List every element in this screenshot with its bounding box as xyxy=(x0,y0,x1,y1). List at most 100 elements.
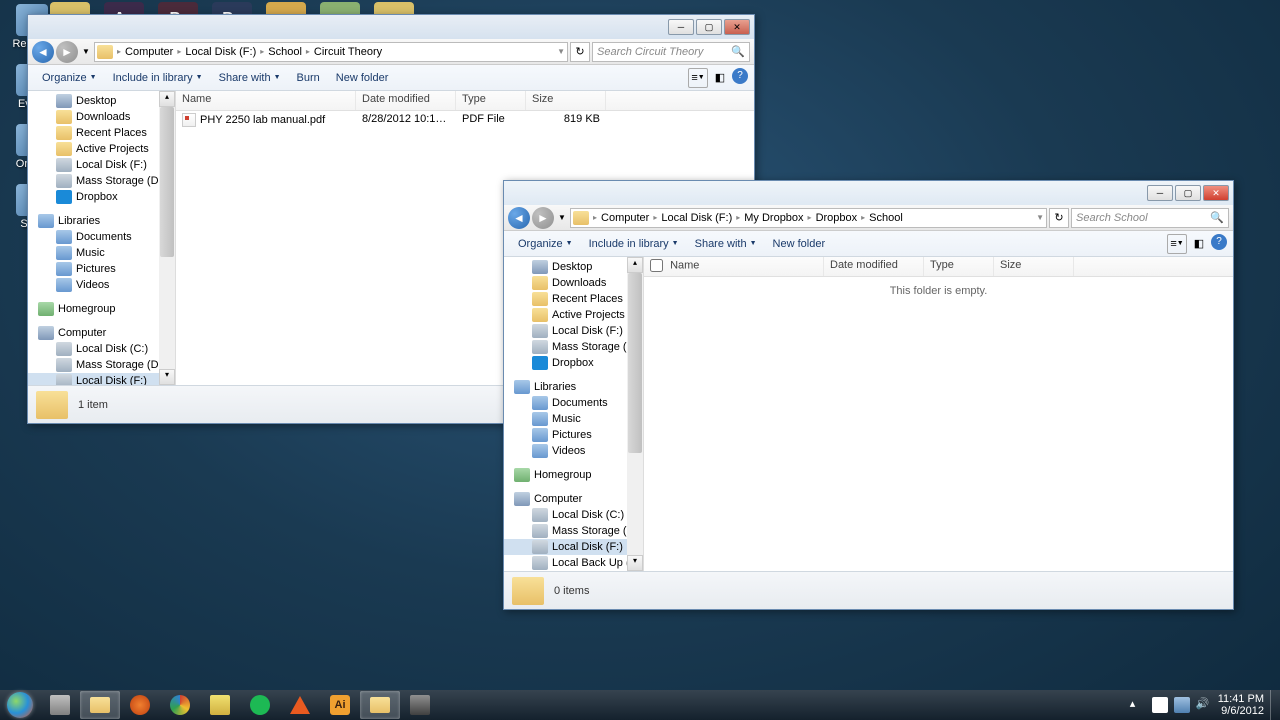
view-button[interactable]: ≡▼ xyxy=(1167,234,1187,254)
search-input[interactable]: Search Circuit Theory🔍 xyxy=(592,42,750,62)
column-name[interactable]: Name xyxy=(644,257,824,276)
address-bar[interactable]: ▸ Computer▸ Local Disk (F:)▸ School▸ Cir… xyxy=(94,42,568,62)
sidebar-dropbox[interactable]: Dropbox xyxy=(504,355,643,371)
scroll-down[interactable]: ▾ xyxy=(627,555,643,571)
column-date[interactable]: Date modified xyxy=(356,91,456,110)
tray-network-icon[interactable] xyxy=(1174,697,1190,713)
include-library-button[interactable]: Include in library▼ xyxy=(105,70,211,86)
column-size[interactable]: Size xyxy=(526,91,606,110)
show-desktop-button[interactable] xyxy=(1270,690,1280,720)
maximize-button[interactable]: ▢ xyxy=(696,19,722,35)
taskbar-app-1[interactable] xyxy=(40,691,80,719)
sidebar-drive-f-fav[interactable]: Local Disk (F:) xyxy=(504,323,643,339)
help-button[interactable]: ? xyxy=(732,68,748,84)
scroll-up[interactable]: ▴ xyxy=(627,257,643,273)
sidebar-recent[interactable]: Recent Places xyxy=(504,291,643,307)
scroll-down[interactable]: ▾ xyxy=(159,369,175,385)
sidebar-computer[interactable]: Computer xyxy=(504,491,643,507)
burn-button[interactable]: Burn xyxy=(289,70,328,86)
sidebar-drive-c[interactable]: Local Disk (C:) xyxy=(28,341,175,357)
tray-show-hidden[interactable]: ▴ xyxy=(1130,697,1146,713)
back-button[interactable]: ◄ xyxy=(508,207,530,229)
sidebar-dropbox[interactable]: Dropbox xyxy=(28,189,175,205)
taskbar-chrome[interactable] xyxy=(160,691,200,719)
history-dropdown[interactable]: ▼ xyxy=(556,208,568,228)
titlebar[interactable]: ─ ▢ ✕ xyxy=(504,181,1233,205)
sidebar-drive-i[interactable]: Local Back Up (I:) xyxy=(504,555,643,571)
sidebar-drive-d[interactable]: Mass Storage (D:) xyxy=(504,523,643,539)
crumb-current[interactable]: Circuit Theory xyxy=(310,46,386,58)
column-size[interactable]: Size xyxy=(994,257,1074,276)
scroll-thumb[interactable] xyxy=(628,273,642,453)
sidebar-drive-d[interactable]: Mass Storage (D:) xyxy=(28,357,175,373)
maximize-button[interactable]: ▢ xyxy=(1175,185,1201,201)
column-date[interactable]: Date modified xyxy=(824,257,924,276)
address-bar[interactable]: ▸ Computer▸ Local Disk (F:)▸ My Dropbox▸… xyxy=(570,208,1047,228)
sidebar-downloads[interactable]: Downloads xyxy=(504,275,643,291)
new-folder-button[interactable]: New folder xyxy=(765,236,834,252)
sidebar-pictures[interactable]: Pictures xyxy=(28,261,175,277)
system-clock[interactable]: 11:41 PM 9/6/2012 xyxy=(1218,693,1264,717)
sidebar-mass-storage-fav[interactable]: Mass Storage (D:) xyxy=(504,339,643,355)
sidebar-recent[interactable]: Recent Places xyxy=(28,125,175,141)
column-name[interactable]: Name xyxy=(176,91,356,110)
minimize-button[interactable]: ─ xyxy=(1147,185,1173,201)
search-input[interactable]: Search School🔍 xyxy=(1071,208,1229,228)
back-button[interactable]: ◄ xyxy=(32,41,54,63)
sidebar-music[interactable]: Music xyxy=(28,245,175,261)
file-row[interactable]: PHY 2250 lab manual.pdf 8/28/2012 10:10 … xyxy=(176,111,754,129)
preview-pane-button[interactable]: ◧ xyxy=(1189,234,1209,254)
start-button[interactable] xyxy=(0,690,40,720)
sidebar-computer[interactable]: Computer xyxy=(28,325,175,341)
minimize-button[interactable]: ─ xyxy=(668,19,694,35)
new-folder-button[interactable]: New folder xyxy=(328,70,397,86)
close-button[interactable]: ✕ xyxy=(724,19,750,35)
sidebar-downloads[interactable]: Downloads xyxy=(28,109,175,125)
sidebar-desktop[interactable]: Desktop xyxy=(504,259,643,275)
sidebar-active[interactable]: Active Projects xyxy=(504,307,643,323)
taskbar-spotify[interactable] xyxy=(240,691,280,719)
sidebar-documents[interactable]: Documents xyxy=(504,395,643,411)
sidebar-drive-f[interactable]: Local Disk (F:) xyxy=(504,539,643,555)
sidebar-drive-f[interactable]: Local Disk (F:) xyxy=(28,373,175,385)
close-button[interactable]: ✕ xyxy=(1203,185,1229,201)
sidebar-music[interactable]: Music xyxy=(504,411,643,427)
sidebar-homegroup[interactable]: Homegroup xyxy=(28,301,175,317)
sidebar-documents[interactable]: Documents xyxy=(28,229,175,245)
titlebar[interactable]: ─ ▢ ✕ xyxy=(28,15,754,39)
organize-button[interactable]: Organize▼ xyxy=(34,70,105,86)
share-button[interactable]: Share with▼ xyxy=(211,70,289,86)
crumb-computer[interactable]: Computer xyxy=(597,212,653,224)
sidebar-drive-f-fav[interactable]: Local Disk (F:) xyxy=(28,157,175,173)
sidebar-libraries[interactable]: Libraries xyxy=(28,213,175,229)
taskbar-illustrator[interactable]: Ai xyxy=(320,691,360,719)
crumb-computer[interactable]: Computer xyxy=(121,46,177,58)
column-type[interactable]: Type xyxy=(456,91,526,110)
column-type[interactable]: Type xyxy=(924,257,994,276)
taskbar-explorer[interactable] xyxy=(80,691,120,719)
sidebar-pictures[interactable]: Pictures xyxy=(504,427,643,443)
sidebar-videos[interactable]: Videos xyxy=(28,277,175,293)
sidebar-mass-storage-fav[interactable]: Mass Storage (D:) xyxy=(28,173,175,189)
taskbar-app-last[interactable] xyxy=(400,691,440,719)
crumb-current[interactable]: School xyxy=(865,212,907,224)
crumb-drive[interactable]: Local Disk (F:) xyxy=(657,212,736,224)
taskbar-explorer-2[interactable] xyxy=(360,691,400,719)
sidebar-libraries[interactable]: Libraries xyxy=(504,379,643,395)
crumb-mydropbox[interactable]: My Dropbox xyxy=(740,212,807,224)
share-button[interactable]: Share with▼ xyxy=(687,236,765,252)
crumb-drive[interactable]: Local Disk (F:) xyxy=(181,46,260,58)
organize-button[interactable]: Organize▼ xyxy=(510,236,581,252)
tray-flag-icon[interactable] xyxy=(1152,697,1168,713)
taskbar-vlc[interactable] xyxy=(280,691,320,719)
history-dropdown[interactable]: ▼ xyxy=(80,42,92,62)
refresh-button[interactable]: ↻ xyxy=(1049,208,1069,228)
tray-volume-icon[interactable]: 🔊 xyxy=(1196,697,1212,713)
scroll-up[interactable]: ▴ xyxy=(159,91,175,107)
crumb-school[interactable]: School xyxy=(264,46,306,58)
refresh-button[interactable]: ↻ xyxy=(570,42,590,62)
view-button[interactable]: ≡▼ xyxy=(688,68,708,88)
taskbar-media-player[interactable] xyxy=(120,691,160,719)
forward-button[interactable]: ► xyxy=(56,41,78,63)
crumb-dropbox[interactable]: Dropbox xyxy=(812,212,862,224)
